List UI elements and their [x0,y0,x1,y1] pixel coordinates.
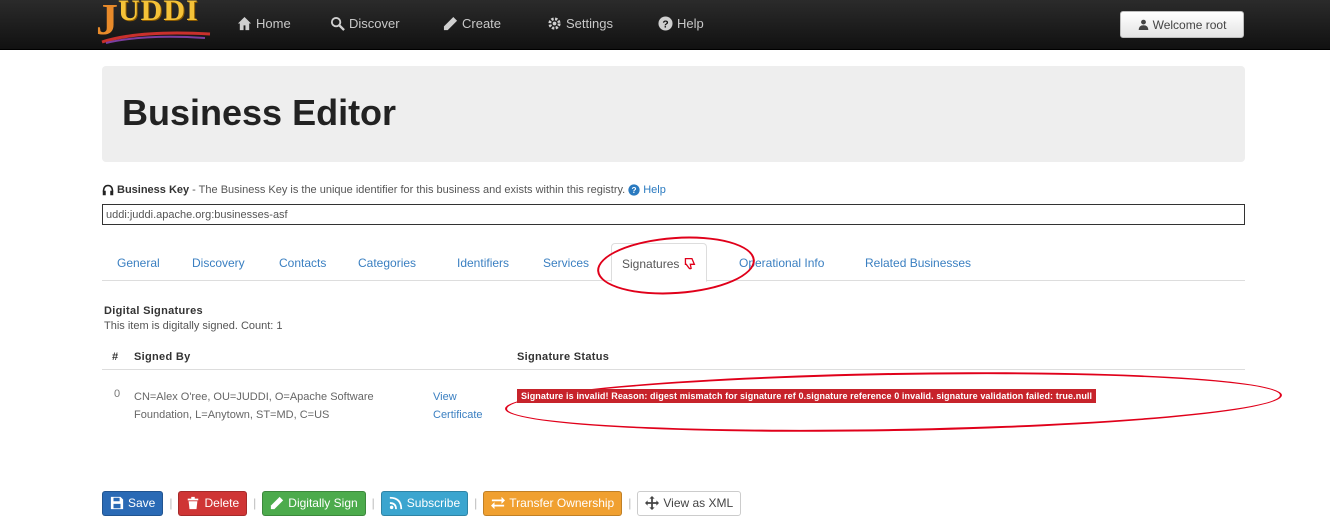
trash-icon [188,496,199,510]
business-key-label: Business Key [117,184,190,196]
pencil-icon [271,496,284,510]
digitally-sign-button[interactable]: Digitally Sign [262,490,366,516]
gear-icon [548,17,561,30]
tab-contacts[interactable]: Contacts [279,256,326,270]
subscribe-label: Subscribe [406,496,461,510]
rss-icon [389,496,402,510]
question-icon: ? [628,184,640,196]
page-header: Business Editor [102,66,1245,162]
svg-text:?: ? [662,19,668,30]
welcome-button[interactable]: Welcome root [1120,11,1244,38]
tab-related-businesses[interactable]: Related Businesses [865,256,971,270]
tab-general[interactable]: General [117,256,160,270]
thumbs-down-icon [684,257,696,270]
feather-icon [101,31,211,44]
separator: | [474,496,478,510]
nav-create-label: Create [462,16,502,31]
delete-button[interactable]: Delete [178,490,248,516]
save-label: Save [128,496,156,510]
nav-discover[interactable]: Discover [330,16,400,31]
view-as-xml-label: View as XML [663,496,734,510]
save-button[interactable]: Save [102,490,164,516]
nav-settings-label: Settings [566,16,613,31]
separator: | [628,496,632,510]
signatures-count: This item is digitally signed. Count: 1 [104,320,283,332]
nav-discover-label: Discover [349,16,400,31]
business-key-help-link[interactable]: ? Help [628,184,666,196]
search-icon [330,16,345,31]
row-num: 0 [114,388,121,400]
transfer-ownership-label: Transfer Ownership [509,496,615,510]
separator: | [253,496,257,510]
welcome-label: Welcome root [1152,17,1227,32]
column-header-signed-by: Signed By [134,351,191,363]
page-title: Business Editor [122,92,397,133]
tab-services[interactable]: Services [543,256,589,270]
question-icon: ? [658,16,673,31]
business-key-description: - The Business Key is the unique identif… [192,184,626,196]
top-navbar: J UDDI Home Discover Create Settings ? H… [0,0,1330,50]
subscribe-button[interactable]: Subscribe [380,490,469,516]
transfer-ownership-button[interactable]: Transfer Ownership [483,490,623,516]
tab-discovery[interactable]: Discovery [192,256,245,270]
digitally-sign-label: Digitally Sign [288,496,358,510]
separator: | [169,496,173,510]
view-as-xml-button[interactable]: View as XML [637,490,742,516]
nav-home[interactable]: Home [237,16,291,31]
nav-settings[interactable]: Settings [547,16,613,31]
tab-identifiers[interactable]: Identifiers [457,256,509,270]
logo-text: UDDI [118,0,199,27]
home-icon [237,16,252,31]
headphones-icon [102,184,114,196]
action-toolbar: Save | Delete | Digitally Sign | Subscri… [102,490,742,516]
signature-status-badge: Signature is invalid! Reason: digest mis… [517,389,1097,403]
separator: | [371,496,375,510]
signatures-title: Digital Signatures [104,305,203,317]
business-key-line: Business Key - The Business Key is the u… [102,184,666,196]
nav-help-label: Help [677,16,704,31]
table-divider [102,369,1245,370]
tab-signatures[interactable]: Signatures [611,243,707,282]
tab-categories[interactable]: Categories [358,256,416,270]
pencil-icon [443,16,458,31]
nav-create[interactable]: Create [443,16,501,31]
business-key-input[interactable] [102,204,1245,225]
tab-operational-info[interactable]: Operational Info [739,256,824,270]
editor-tabs: General Discovery Contacts Categories Id… [102,243,1245,282]
nav-home-label: Home [256,16,291,31]
tab-signatures-label: Signatures [622,257,680,271]
view-certificate-link[interactable]: View Certificate [433,388,503,424]
help-link-label: Help [643,184,666,196]
floppy-icon [110,496,124,510]
column-header-num: # [112,351,119,363]
delete-label: Delete [204,496,240,510]
user-icon [1138,19,1148,30]
nav-help[interactable]: ? Help [658,16,704,31]
column-header-status: Signature Status [517,351,610,363]
svg-text:?: ? [632,186,637,195]
move-icon [645,496,660,510]
signed-by-cell: CN=Alex O'ree, OU=JUDDI, O=Apache Softwa… [134,391,374,421]
transfer-icon [491,496,506,510]
